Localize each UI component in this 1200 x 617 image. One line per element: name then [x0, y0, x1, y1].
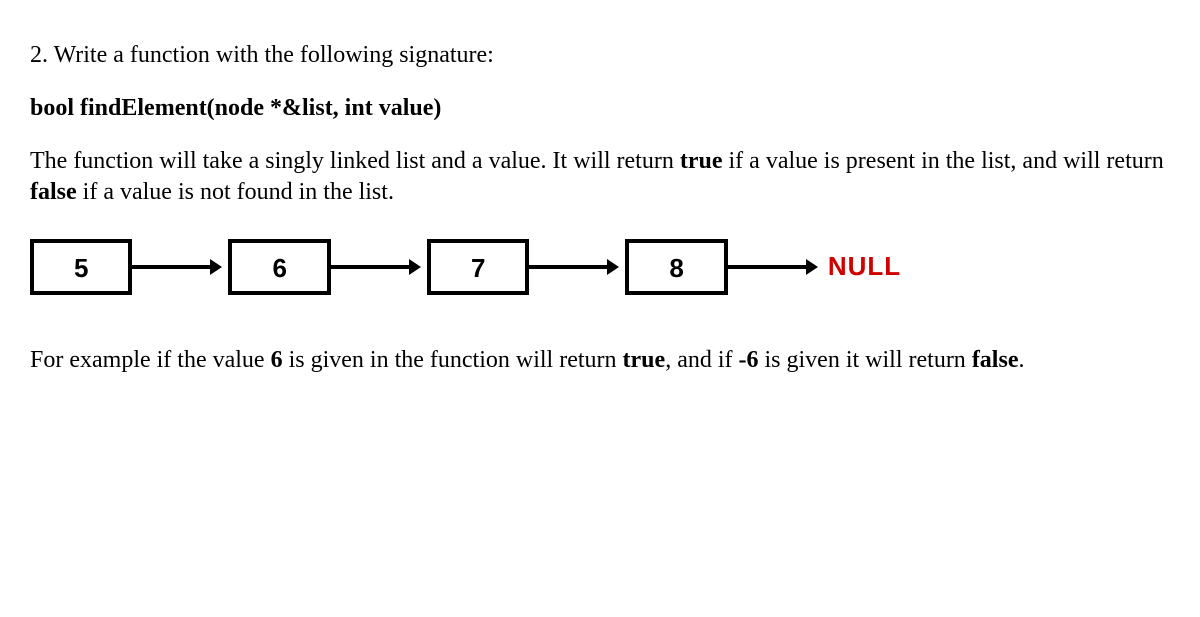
- description-pre: The function will take a singly linked l…: [30, 148, 680, 174]
- question-prompt: 2. Write a function with the following s…: [30, 40, 1170, 71]
- example-post: .: [1018, 347, 1024, 373]
- linked-list-diagram: 5 6 7 8 NULL: [30, 239, 1170, 295]
- question-prompt-text: Write a function with the following sign…: [54, 42, 494, 68]
- example-value-2: -6: [739, 347, 759, 373]
- example-mid2: , and if: [665, 347, 738, 373]
- example-mid3: is given it will return: [759, 347, 972, 373]
- list-node: 8: [625, 239, 727, 295]
- arrow-icon: [728, 257, 818, 277]
- list-node: 6: [228, 239, 330, 295]
- arrow-icon: [529, 257, 619, 277]
- description-post: if a value is not found in the list.: [77, 179, 394, 205]
- example-true: true: [623, 347, 666, 373]
- description-false: false: [30, 179, 77, 205]
- example-pre: For example if the value: [30, 347, 271, 373]
- question-number: 2.: [30, 42, 48, 68]
- example-value-1: 6: [271, 347, 283, 373]
- description-true: true: [680, 148, 723, 174]
- arrow-icon: [132, 257, 222, 277]
- question-example: For example if the value 6 is given in t…: [30, 345, 1170, 376]
- arrow-icon: [331, 257, 421, 277]
- list-node: 7: [427, 239, 529, 295]
- example-false: false: [972, 347, 1019, 373]
- null-terminal: NULL: [828, 251, 901, 282]
- example-mid1: is given in the function will return: [283, 347, 623, 373]
- function-signature: bool findElement(node *&list, int value): [30, 95, 1170, 122]
- list-node: 5: [30, 239, 132, 295]
- description-mid: if a value is present in the list, and w…: [723, 148, 1164, 174]
- question-description: The function will take a singly linked l…: [30, 146, 1170, 208]
